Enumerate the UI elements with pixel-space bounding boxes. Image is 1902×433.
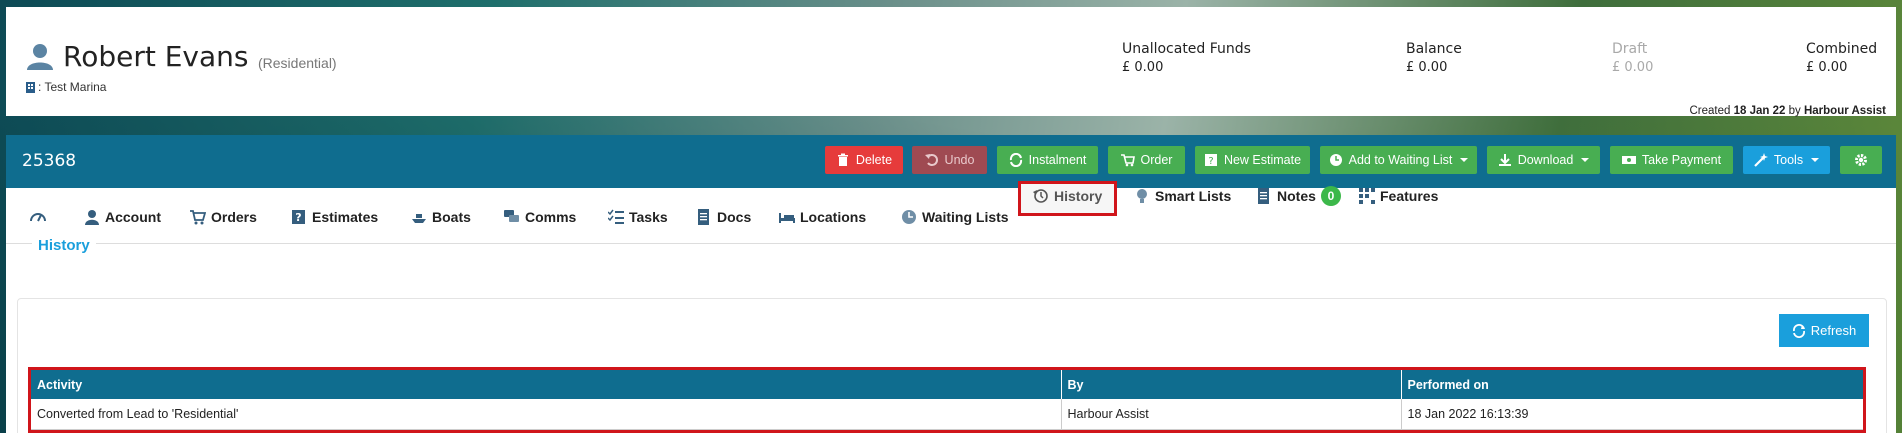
refresh-icon: [1792, 323, 1805, 338]
svg-text:?: ?: [295, 211, 301, 224]
chevron-down-icon: [1460, 158, 1469, 162]
tab-comms[interactable]: Comms: [504, 205, 576, 229]
download-button[interactable]: Download: [1487, 146, 1600, 174]
cell-by: Harbour Assist: [1061, 399, 1402, 430]
column-header-activity[interactable]: Activity: [31, 370, 1062, 399]
tab-tasks[interactable]: Tasks: [608, 205, 668, 229]
comments-icon: [504, 210, 519, 222]
tasks-icon: [608, 209, 624, 224]
marina-line: : Test Marina: [26, 80, 106, 94]
chevron-down-icon: [1811, 158, 1820, 162]
clock-icon: [1329, 154, 1342, 166]
svg-text:?: ?: [1208, 156, 1213, 167]
tools-button[interactable]: Tools: [1743, 146, 1830, 174]
new-estimate-button[interactable]: ? New Estimate: [1195, 146, 1310, 174]
tab-bar: Account Orders ? Estimates Boats Comms T…: [6, 188, 1896, 244]
note-icon: [1258, 188, 1269, 204]
customer-name: Robert Evans: [63, 40, 249, 73]
doc-icon: [698, 209, 709, 225]
combined: Combined £ 0.00: [1806, 41, 1878, 75]
instalment-button[interactable]: Instalment: [997, 146, 1098, 174]
tab-orders[interactable]: Orders: [190, 205, 257, 229]
magic-wand-icon: [1754, 153, 1768, 167]
tab-account[interactable]: Account: [84, 205, 161, 229]
settings-button[interactable]: [1840, 146, 1882, 174]
user-icon: [85, 210, 99, 225]
marina-name: : Test Marina: [38, 80, 107, 94]
order-button[interactable]: Order: [1108, 146, 1185, 174]
lightbulb-icon: [1137, 189, 1147, 203]
history-title: History: [32, 237, 96, 254]
gear-icon: [1855, 154, 1867, 166]
tab-locations[interactable]: Locations: [779, 205, 866, 229]
question-icon: ?: [1204, 154, 1217, 167]
balance: Balance £ 0.00: [1406, 41, 1462, 75]
cart-icon: [1120, 154, 1135, 167]
unallocated-funds: Unallocated Funds £ 0.00: [1122, 41, 1251, 75]
cell-performed-on: 18 Jan 2022 16:13:39: [1401, 399, 1863, 430]
cart-icon: [190, 210, 206, 225]
history-table: Activity By Performed on Converted from …: [31, 370, 1863, 430]
bed-icon: [779, 213, 795, 223]
customer-type: (Residential): [258, 55, 337, 71]
tab-docs[interactable]: Docs: [696, 205, 751, 229]
undo-icon: [924, 154, 938, 166]
question-icon: ?: [292, 210, 305, 224]
clock-icon: [902, 210, 916, 224]
cell-activity: Converted from Lead to 'Residential': [31, 399, 1062, 430]
download-icon: [1498, 154, 1511, 166]
table-row: Converted from Lead to 'Residential' Har…: [31, 399, 1863, 430]
grid-icon: [1359, 188, 1375, 204]
take-payment-button[interactable]: Take Payment: [1610, 146, 1733, 174]
trash-icon: [837, 153, 848, 166]
profile-header: Robert Evans (Residential) : Test Marina…: [6, 7, 1896, 117]
refresh-button[interactable]: Refresh: [1779, 314, 1869, 347]
refresh-cycle-icon: [1009, 153, 1022, 167]
column-header-by[interactable]: By: [1061, 370, 1402, 399]
draft: Draft £ 0.00: [1612, 41, 1654, 75]
add-to-waiting-list-button[interactable]: Add to Waiting List: [1320, 146, 1477, 174]
dashboard-icon: [30, 213, 46, 222]
undo-button[interactable]: Undo: [912, 146, 987, 174]
building-icon: [26, 81, 35, 93]
tab-smart-lists-content[interactable]: Smart Lists: [1134, 184, 1231, 208]
user-avatar-icon: [27, 44, 53, 70]
tab-waiting-lists[interactable]: Waiting Lists: [901, 205, 1009, 229]
history-icon: [1033, 189, 1048, 203]
table-header-row: Activity By Performed on: [31, 370, 1863, 399]
tab-features[interactable]: Features: [1359, 184, 1438, 208]
notes-count-badge: 0: [1320, 186, 1341, 206]
delete-button[interactable]: Delete: [825, 146, 903, 174]
action-toolbar: 25368 Delete Undo Instalment Order ? New…: [6, 135, 1896, 188]
chevron-down-icon: [1581, 158, 1590, 162]
created-by: Harbour Assist: [1803, 105, 1886, 117]
tab-estimates[interactable]: ? Estimates: [291, 205, 378, 229]
created-date: 18 Jan 22: [1733, 105, 1786, 117]
tab-dashboard[interactable]: [30, 205, 46, 229]
created-info: Created 18 Jan 22 by Harbour Assist: [1689, 105, 1887, 117]
column-header-performed-on[interactable]: Performed on: [1401, 370, 1863, 399]
tab-boats[interactable]: Boats: [411, 205, 471, 229]
boat-icon: [412, 214, 426, 223]
tab-history-content[interactable]: History: [1033, 184, 1102, 208]
account-id: 25368: [22, 151, 77, 171]
money-icon: [1621, 156, 1636, 164]
tab-notes[interactable]: Notes 0: [1256, 184, 1341, 208]
